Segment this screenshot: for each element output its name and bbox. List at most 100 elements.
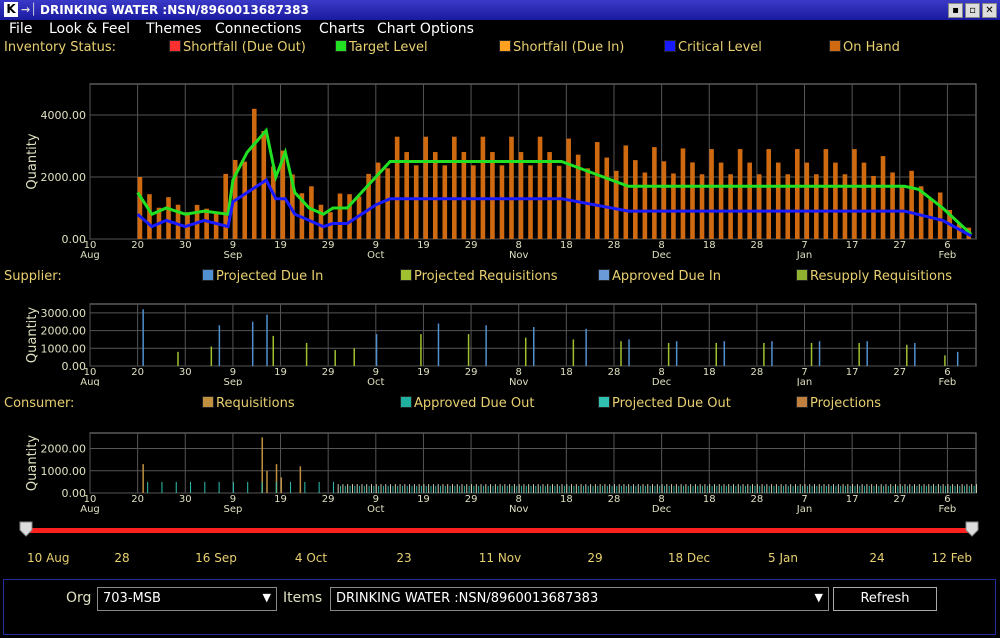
projected-due-out-bar: [852, 484, 854, 493]
supplier-bar: [218, 325, 221, 366]
menu-file[interactable]: File: [9, 21, 32, 37]
projected-due-out-bar: [547, 484, 549, 493]
projected-due-out-bar: [506, 485, 508, 493]
on-hand-bar: [566, 138, 571, 239]
slider-date-label: 23: [396, 551, 411, 565]
on-hand-bar: [937, 192, 943, 239]
projected-due-out-bar: [544, 485, 546, 493]
menu-chart-options[interactable]: Chart Options: [377, 21, 474, 37]
projected-due-out-bar: [883, 485, 885, 493]
projected-due-out-bar: [637, 484, 639, 493]
menu-look-and-feel[interactable]: Look & Feel: [49, 21, 130, 37]
projected-due-out-bar: [697, 485, 699, 493]
projected-due-out-bar: [613, 484, 615, 493]
supplier-bar: [715, 342, 718, 366]
title-bar[interactable]: K →│ DRINKING WATER :NSN/8960013687383 ▪…: [0, 0, 1000, 20]
supplier-bar: [628, 339, 630, 366]
x-tick-label: 19: [417, 240, 430, 251]
projected-due-out-bar: [371, 484, 372, 493]
supplier-bar: [334, 350, 336, 366]
projected-due-out-bar: [573, 485, 575, 493]
projected-due-out-bar: [625, 485, 627, 493]
projected-due-out-bar: [633, 484, 634, 493]
items-select[interactable]: DRINKING WATER :NSN/8960013687383 ▼: [330, 587, 829, 611]
legend-projected-due-out[interactable]: Projected Due Out: [598, 396, 731, 411]
legend-shortfall-due-out[interactable]: Shortfall (Due Out): [169, 40, 306, 55]
supplier-bar: [763, 342, 765, 366]
inventory-chart[interactable]: 0.002000.004000.0010Aug20 30 9Sep19 29 9Oct1…: [0, 58, 1000, 262]
legend-on-hand[interactable]: On Hand: [829, 40, 900, 55]
on-hand-bar: [794, 149, 800, 239]
menu-charts[interactable]: Charts: [319, 21, 365, 37]
org-select[interactable]: 703-MSB ▼: [97, 587, 277, 611]
legend-projections[interactable]: Projections: [796, 396, 881, 411]
on-hand-bar: [604, 157, 610, 239]
projected-due-out-bar: [928, 484, 930, 493]
projected-due-out-bar: [906, 485, 908, 493]
maximize-button[interactable]: ▫: [965, 3, 980, 18]
projected-due-out-bar: [864, 485, 865, 493]
legend-resupply-requisitions[interactable]: Resupply Requisitions: [796, 269, 952, 284]
projected-due-out-bar: [787, 485, 789, 493]
supplier-bar: [420, 334, 422, 366]
projected-due-out-bar: [845, 485, 846, 493]
legend-target-level[interactable]: Target Level: [335, 40, 428, 55]
on-hand-bar: [775, 162, 781, 239]
slider-date-label: 11 Nov: [479, 551, 522, 565]
projected-due-out-bar: [849, 485, 851, 493]
y-axis-label: Quantity: [25, 307, 40, 363]
projected-due-out-bar: [661, 484, 663, 493]
legend-projected-due-in[interactable]: Projected Due In: [202, 269, 323, 284]
x-tick-label: 19: [417, 367, 430, 378]
projected-due-out-bar: [895, 484, 896, 493]
org-value: 703-MSB: [103, 591, 161, 606]
consumer-chart[interactable]: 0.001000.002000.0010Aug20 30 9Sep19 29 9Oct1…: [0, 415, 1000, 515]
legend-requisitions[interactable]: Requisitions: [202, 396, 295, 411]
legend-approved-due-in[interactable]: Approved Due In: [598, 269, 721, 284]
projected-due-out-bar: [828, 484, 830, 493]
projected-due-out-bar: [914, 484, 915, 493]
legend-swatch: [598, 269, 610, 281]
projected-due-out-bar: [466, 484, 468, 493]
supplier-bar: [353, 348, 355, 366]
projected-due-out-bar: [518, 484, 520, 493]
x-tick-label: 20: [131, 240, 144, 251]
projected-due-out-bar: [868, 485, 870, 493]
refresh-button[interactable]: Refresh: [833, 587, 937, 611]
arrow-icon: →│: [21, 3, 37, 16]
legend-shortfall-due-in[interactable]: Shortfall (Due In): [499, 40, 624, 55]
on-hand-bar: [223, 173, 228, 239]
legend-approved-due-out[interactable]: Approved Due Out: [400, 396, 534, 411]
projected-due-out-bar: [823, 484, 825, 493]
y-tick-label: 2000.00: [41, 325, 87, 338]
projected-due-out-bar: [471, 484, 472, 493]
projected-due-out-bar: [930, 485, 932, 493]
supplier-bar: [251, 321, 254, 366]
projected-due-out-bar: [583, 485, 584, 493]
requisition-bar: [299, 466, 302, 493]
legend-swatch: [796, 396, 808, 408]
x-tick-month: Dec: [652, 504, 671, 515]
supplier-bar: [142, 309, 144, 366]
inventory-status-label: Inventory Status:: [4, 40, 117, 55]
supplier-chart[interactable]: 0.001000.002000.003000.0010Aug20 30 9Sep19…: [0, 288, 1000, 386]
projected-due-out-bar: [854, 485, 856, 493]
projected-due-out-bar: [556, 484, 558, 493]
menu-connections[interactable]: Connections: [215, 21, 302, 37]
on-hand-bar: [785, 174, 791, 239]
projected-due-out-bar: [437, 484, 439, 493]
projected-due-out-bar: [454, 485, 456, 493]
projected-due-out-bar: [542, 484, 544, 493]
legend-label: Shortfall (Due In): [513, 40, 625, 55]
close-button[interactable]: ✕: [982, 3, 997, 18]
projected-due-out-bar: [204, 481, 206, 493]
projected-due-out-bar: [344, 485, 346, 493]
minimize-button[interactable]: ▪: [948, 3, 963, 18]
projected-due-out-bar: [740, 485, 742, 493]
menu-themes[interactable]: Themes: [146, 21, 202, 37]
x-tick-month: Feb: [939, 250, 957, 261]
time-range-slider[interactable]: 10 Aug 28 16 Sep 4 Oct 23 11 Nov 29 18 Dec 5 Jan…: [0, 520, 1000, 568]
legend-critical-level[interactable]: Critical Level: [664, 40, 762, 55]
slider-date-label: 24: [869, 551, 884, 565]
legend-projected-requisitions[interactable]: Projected Requisitions: [400, 269, 557, 284]
